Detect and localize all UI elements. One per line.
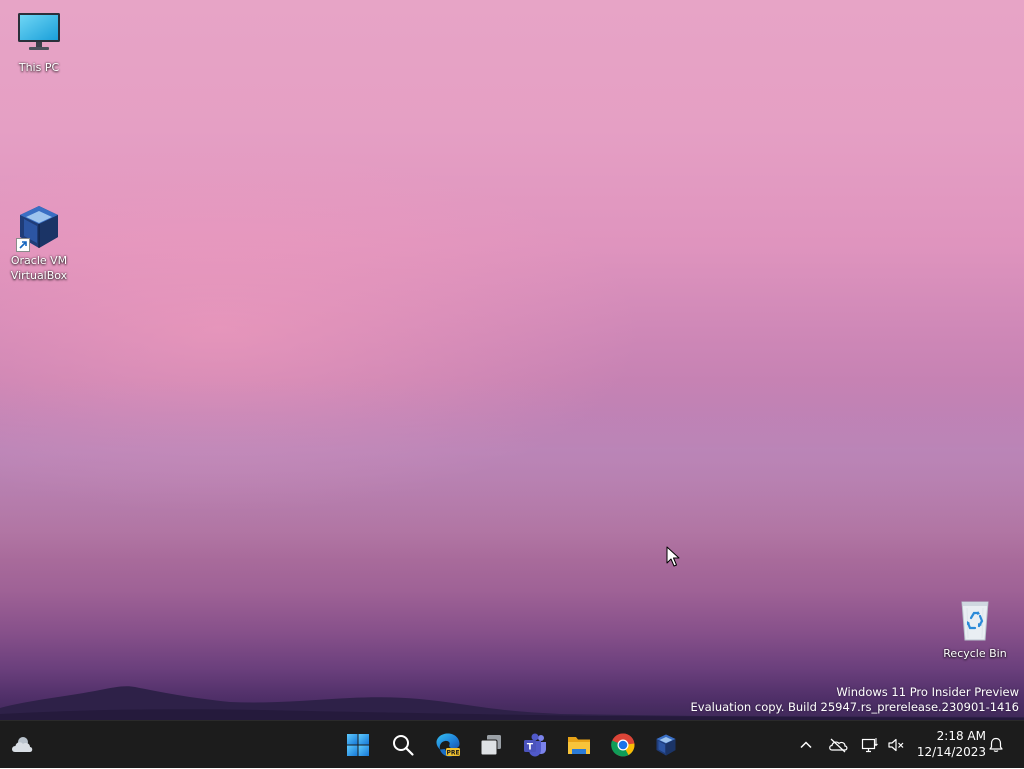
edge-preview-icon: PRE xyxy=(436,733,460,757)
onedrive-tray-button[interactable] xyxy=(826,733,850,757)
chrome-icon xyxy=(611,733,635,757)
search-icon xyxy=(393,735,414,756)
taskbar-teams-button[interactable]: T xyxy=(515,725,555,765)
monitor-icon xyxy=(15,10,63,58)
desktop-icon-label: This PC xyxy=(18,61,60,74)
desktop-icon-recycle-bin[interactable]: Recycle Bin xyxy=(937,596,1013,661)
desktop-icon-label: Recycle Bin xyxy=(943,647,1007,660)
speaker-muted-icon xyxy=(888,738,904,752)
network-icon xyxy=(861,738,878,753)
virtualbox-icon xyxy=(656,734,676,756)
shortcut-arrow-icon xyxy=(16,238,30,252)
taskbar-file-explorer-button[interactable] xyxy=(559,725,599,765)
taskbar: PRE T 2:18 AM 12/14/2023 xyxy=(0,720,1024,768)
desktop-background[interactable]: This PC Oracle VM VirtualBox Recycle Bin… xyxy=(0,0,1024,720)
taskbar-edge-preview-button[interactable]: PRE xyxy=(428,725,468,765)
clock-date: 12/14/2023 xyxy=(916,745,986,759)
taskbar-clock[interactable]: 2:18 AM 12/14/2023 xyxy=(914,728,986,760)
taskbar-chrome-button[interactable] xyxy=(603,725,643,765)
volume-tray-button[interactable] xyxy=(884,733,908,757)
windows-start-icon xyxy=(347,734,369,756)
cloudy-weather-icon xyxy=(12,737,33,752)
taskbar-virtualbox-button[interactable] xyxy=(646,725,686,765)
desktop-icon-label: Oracle VM VirtualBox xyxy=(10,254,68,282)
windows-evaluation-watermark: Windows 11 Pro Insider Preview Evaluatio… xyxy=(691,685,1019,715)
network-tray-button[interactable] xyxy=(858,733,882,757)
teams-letter: T xyxy=(527,743,534,753)
desktop-icon-this-pc[interactable]: This PC xyxy=(1,10,77,75)
task-view-icon xyxy=(480,735,501,756)
bell-icon xyxy=(989,737,1003,752)
show-hidden-icons-button[interactable] xyxy=(794,733,818,757)
system-tray: 2:18 AM 12/14/2023 xyxy=(790,721,1024,769)
mouse-cursor-icon xyxy=(666,546,680,567)
virtualbox-icon xyxy=(15,203,63,252)
onedrive-offline-icon xyxy=(829,738,848,753)
notification-center-button[interactable] xyxy=(984,733,1008,757)
desktop-icon-virtualbox[interactable]: Oracle VM VirtualBox xyxy=(1,203,77,283)
folder-icon xyxy=(568,737,590,754)
clock-time: 2:18 AM xyxy=(936,729,986,743)
watermark-line-edition: Windows 11 Pro Insider Preview xyxy=(836,685,1019,699)
chevron-up-icon xyxy=(800,741,812,749)
search-button[interactable] xyxy=(383,725,423,765)
teams-icon: T xyxy=(524,733,546,757)
recycle-bin-icon xyxy=(951,596,999,644)
task-view-button[interactable] xyxy=(471,725,511,765)
watermark-line-build: Evaluation copy. Build 25947.rs_prerelea… xyxy=(690,700,1019,714)
start-button[interactable] xyxy=(338,725,378,765)
edge-preview-badge: PRE xyxy=(446,750,459,757)
weather-widget-button[interactable] xyxy=(2,725,42,765)
wallpaper-haze xyxy=(0,380,1024,560)
